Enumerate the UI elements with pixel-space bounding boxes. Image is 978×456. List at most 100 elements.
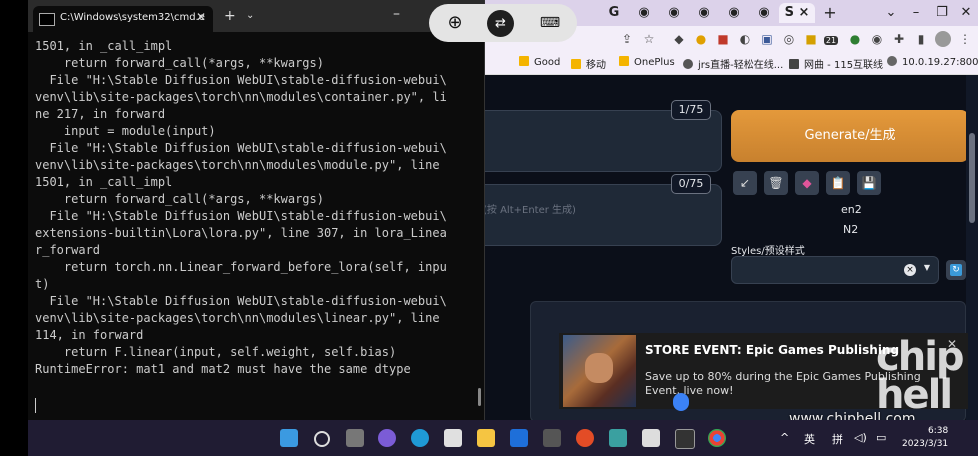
edge-icon[interactable] <box>411 429 429 447</box>
sidebar-toggle-icon[interactable]: ▮ <box>913 31 929 47</box>
prompt-token-counter: 1/75 <box>671 100 711 120</box>
terminal-window: C:\Windows\system32\cmd.e ✕ + ⌄ – 1501, … <box>28 0 485 420</box>
zoom-in-icon[interactable]: ⊕ <box>441 11 469 35</box>
bookmarks-bar: Good 移动 OnePlus jrs直播-轻松在线... 网曲 - 115互联… <box>483 52 978 75</box>
site-icon <box>789 59 799 69</box>
close-tab-icon[interactable]: ✕ <box>196 10 206 24</box>
extra-networks-button[interactable]: ◆ <box>795 171 819 195</box>
task-view-icon[interactable] <box>346 429 364 447</box>
file-explorer-icon[interactable] <box>477 429 495 447</box>
terminal-cursor <box>35 398 36 413</box>
bookmark-label: 移动 <box>586 60 606 71</box>
folder-icon <box>619 56 629 66</box>
app-icon-red[interactable] <box>576 429 594 447</box>
browser-tab-active[interactable]: S × <box>779 3 815 23</box>
clock-time[interactable]: 6:38 <box>928 426 948 436</box>
terminal-icon[interactable] <box>675 429 695 449</box>
battery-icon[interactable]: ▭ <box>876 431 886 444</box>
bookmark-label: 网曲 - 115互联线 <box>804 60 884 71</box>
keyboard-icon[interactable]: ⌨ <box>533 11 567 35</box>
extension-icon-3[interactable]: ◐ <box>737 31 753 47</box>
browser-tab-github-1[interactable]: ◉ <box>631 3 657 23</box>
label-en2: en2 <box>841 203 862 216</box>
remote-connection-icon[interactable]: ⇄ <box>487 10 514 37</box>
bookmark-label: Good <box>534 57 561 68</box>
ime-mode-indicator[interactable]: 拼 <box>832 431 843 447</box>
new-terminal-tab-button[interactable]: + <box>224 8 236 24</box>
browser-menu-icon[interactable]: ⋮ <box>957 31 973 47</box>
globe-icon <box>887 56 897 66</box>
bookmark-label: 10.0.19.27:800 <box>902 57 978 68</box>
translate-icon[interactable]: ▣ <box>759 31 775 47</box>
bookmark-oneplus[interactable]: OnePlus <box>619 56 675 68</box>
extension-icon-4[interactable]: ◎ <box>781 31 797 47</box>
browser-tab-github-2[interactable]: ◉ <box>661 3 687 23</box>
terminal-tab-title: C:\Windows\system32\cmd.e <box>60 12 205 23</box>
terminal-output: 1501, in _call_impl return forward_call(… <box>35 39 447 376</box>
tab-search-chevron-icon[interactable]: ⌄ <box>878 3 904 23</box>
label-n2: N2 <box>843 223 859 236</box>
share-icon[interactable]: ⇪ <box>619 31 635 47</box>
bookmark-star-icon[interactable]: ☆ <box>641 31 657 47</box>
window-close-button[interactable]: ✕ <box>953 3 978 23</box>
scrollbar-thumb[interactable] <box>969 133 975 223</box>
ime-language-indicator[interactable]: 英 <box>804 431 815 447</box>
browser-tab-github-5[interactable]: ◉ <box>751 3 777 23</box>
negative-token-counter: 0/75 <box>671 174 711 194</box>
bookmark-good[interactable]: Good <box>519 56 560 68</box>
save-style-button[interactable]: 💾 <box>857 171 881 195</box>
bookmark-mobile[interactable]: 移动 <box>571 56 606 71</box>
calculator-icon[interactable] <box>642 429 660 447</box>
store-icon[interactable] <box>444 429 462 447</box>
folder-icon <box>571 59 581 69</box>
apply-styles-button[interactable]: 📋 <box>826 171 850 195</box>
generate-button[interactable]: Generate/生成 <box>731 110 969 162</box>
terminal-scrollbar-thumb[interactable] <box>478 388 481 406</box>
tray-overflow-icon[interactable]: ^ <box>780 431 789 444</box>
character-face <box>585 353 613 383</box>
profile-badge-icon[interactable]: 21 <box>823 31 839 47</box>
adblock-icon[interactable]: ■ <box>715 31 731 47</box>
browser-tab-google[interactable]: G <box>601 3 627 23</box>
clock-date[interactable]: 2023/3/31 <box>902 439 948 449</box>
folder-icon <box>519 56 529 66</box>
search-icon[interactable] <box>314 431 330 447</box>
window-minimize-button[interactable]: – <box>903 3 929 23</box>
chrome-icon[interactable] <box>708 429 726 447</box>
chevron-down-icon[interactable]: ⌄ <box>246 10 254 21</box>
browser-tab-github-4[interactable]: ◉ <box>721 3 747 23</box>
new-tab-button[interactable]: + <box>817 3 843 23</box>
bookmark-115[interactable]: 网曲 - 115互联线 <box>789 56 883 71</box>
start-icon[interactable] <box>280 429 298 447</box>
chat-icon[interactable] <box>378 429 396 447</box>
profile-avatar[interactable] <box>935 31 951 47</box>
extensions-puzzle-icon[interactable]: ✚ <box>891 31 907 47</box>
remote-desktop-icon[interactable] <box>609 429 627 447</box>
styles-dropdown[interactable]: × ▼ <box>731 256 939 284</box>
window-restore-button[interactable]: ❐ <box>929 3 955 23</box>
clear-styles-icon[interactable]: × <box>904 264 916 276</box>
clear-prompt-button[interactable]: 🗑 <box>764 171 788 195</box>
mail-icon[interactable] <box>510 429 528 447</box>
terminal-tab[interactable]: C:\Windows\system32\cmd.e ✕ <box>33 6 213 32</box>
chevron-down-icon[interactable]: ▼ <box>924 263 930 272</box>
refresh-styles-button[interactable]: ↻ <box>946 260 966 280</box>
negative-prompt-placeholder: (按 Alt+Enter 生成) <box>483 205 576 216</box>
extension-icon-2[interactable]: ● <box>693 31 709 47</box>
profile-badge-count: 21 <box>823 36 839 45</box>
bookmark-jrs[interactable]: jrs直播-轻松在线... <box>683 56 783 71</box>
volume-icon[interactable]: ◁) <box>854 431 867 444</box>
bookmark-label: OnePlus <box>634 57 675 68</box>
extension-icon-6[interactable]: ● <box>847 31 863 47</box>
extension-icon-1[interactable]: ◆ <box>671 31 687 47</box>
refresh-icon: ↻ <box>950 264 962 276</box>
bookmark-local-ip[interactable]: 10.0.19.27:800 <box>887 56 978 68</box>
notification-title: STORE EVENT: Epic Games Publishing <box>645 343 900 357</box>
terminal-titlebar: C:\Windows\system32\cmd.e ✕ + ⌄ – <box>28 0 484 32</box>
extension-icon-7[interactable]: ◉ <box>869 31 885 47</box>
terminal-minimize-button[interactable]: – <box>393 6 400 22</box>
paste-params-button[interactable]: ↙ <box>733 171 757 195</box>
browser-tab-github-3[interactable]: ◉ <box>691 3 717 23</box>
extension-icon-5[interactable]: ■ <box>803 31 819 47</box>
app-icon[interactable] <box>543 429 561 447</box>
